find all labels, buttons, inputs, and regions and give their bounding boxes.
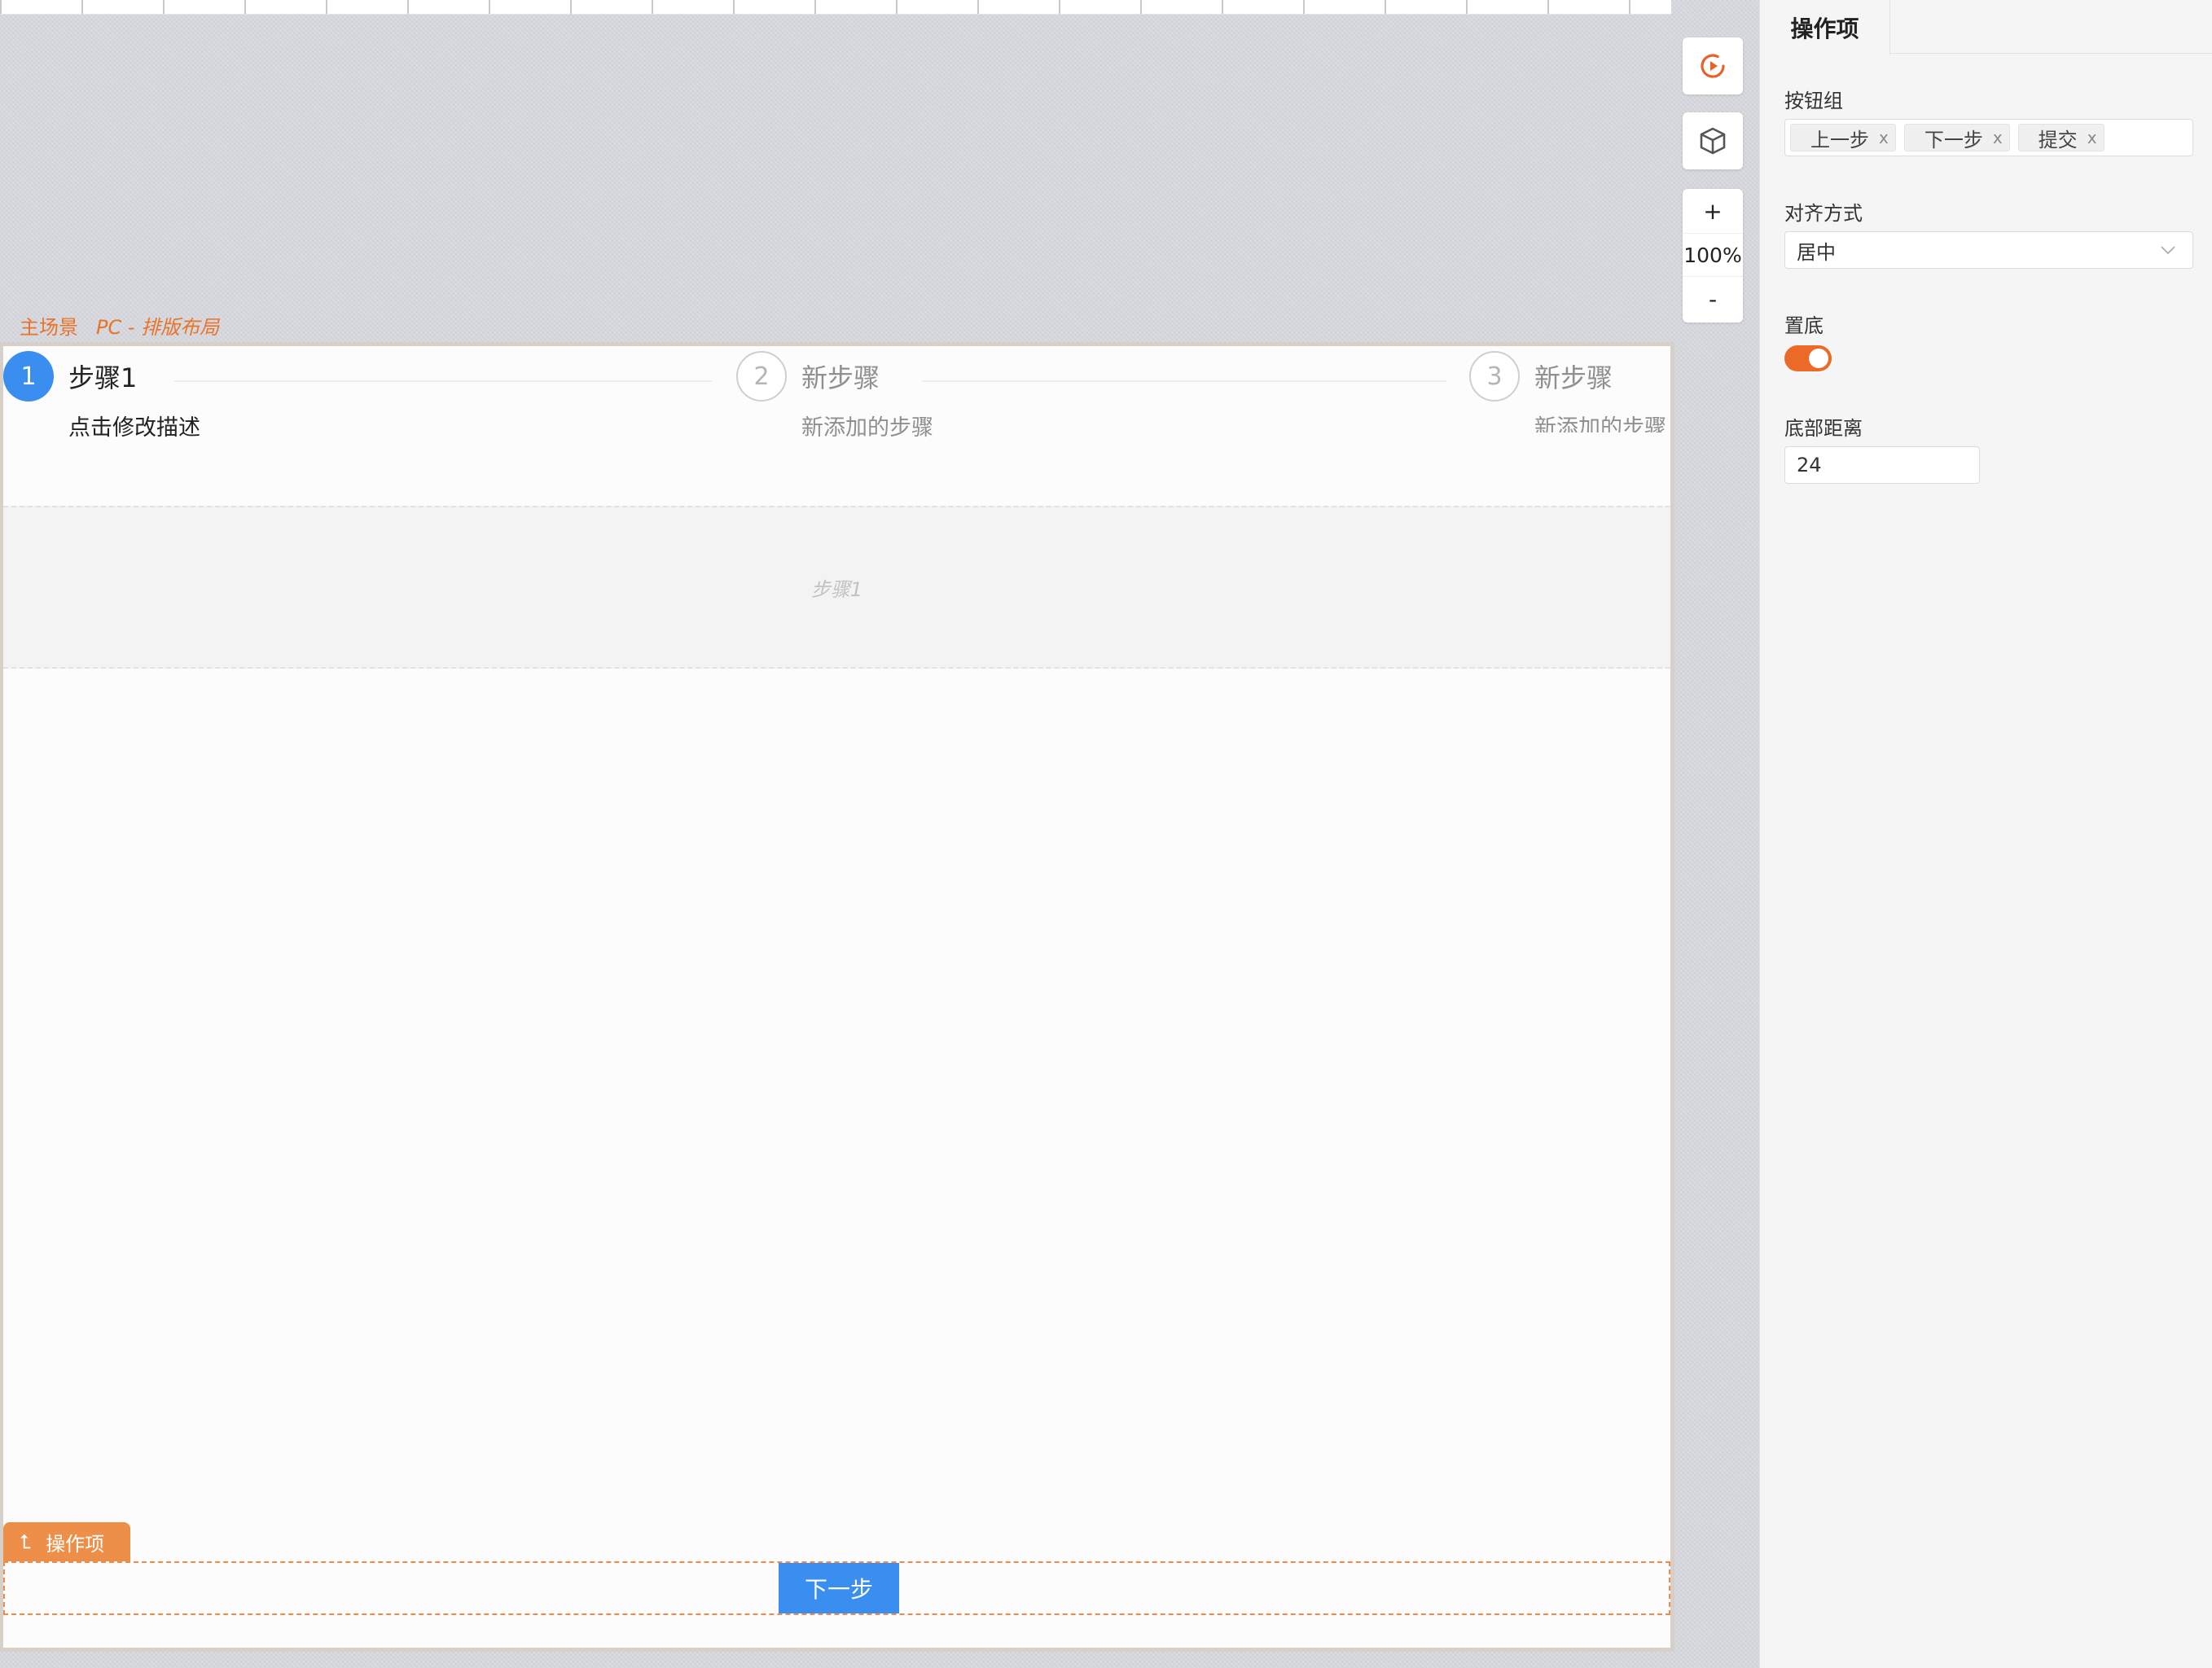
step-3[interactable]: 3 新步骤 新添加的步骤 <box>1469 351 1671 432</box>
corner-up-arrow-icon: ⮤ <box>20 1530 32 1553</box>
zoom-in-button[interactable]: + <box>1683 189 1743 233</box>
step-3-circle: 3 <box>1469 351 1520 402</box>
step-2-description[interactable]: 新添加的步骤 <box>801 410 933 441</box>
horizontal-ruler <box>0 0 1671 15</box>
close-icon[interactable]: x <box>1879 128 1889 147</box>
cube-icon <box>1700 127 1726 155</box>
zoom-out-button[interactable]: - <box>1683 277 1743 321</box>
align-select[interactable]: 居中 <box>1784 231 2193 269</box>
step-1-description[interactable]: 点击修改描述 <box>68 410 200 441</box>
pin-bottom-toggle[interactable] <box>1784 345 1832 371</box>
step-1-circle: 1 <box>3 351 54 402</box>
step-3-description[interactable]: 新添加的步骤 <box>1534 410 1666 432</box>
pin-bottom-label: 置底 <box>1784 314 1824 337</box>
align-label: 对齐方式 <box>1784 202 1863 225</box>
tag-label: 上一步 <box>1810 128 1869 151</box>
step-1-title[interactable]: 步骤1 <box>68 358 137 395</box>
zoom-level: 100% <box>1683 233 1743 277</box>
action-section-tag[interactable]: ⮤ 操作项 <box>3 1522 130 1561</box>
scene-breadcrumb: 主场景 PC - 排版布局 <box>20 311 219 340</box>
step-3-title[interactable]: 新步骤 <box>1534 358 1613 395</box>
step-2-circle: 2 <box>736 351 787 402</box>
action-bar[interactable]: 下一步 <box>3 1561 1670 1615</box>
page-frame: 1 步骤1 点击修改描述 2 新步骤 新添加的步骤 3 新步骤 新添加的步骤 步… <box>0 342 1674 1652</box>
step-connector <box>174 380 712 382</box>
component-button[interactable] <box>1683 112 1743 169</box>
bottom-distance-label: 底部距离 <box>1784 417 1863 440</box>
step-2-title[interactable]: 新步骤 <box>801 358 880 395</box>
tag-next-step: 下一步 x <box>1903 124 2010 151</box>
step-connector <box>922 380 1446 382</box>
canvas-area: 主场景 PC - 排版布局 1 步骤1 点击修改描述 2 新步骤 新添加的步骤 … <box>0 0 1759 1668</box>
tag-label: 下一步 <box>1924 128 1983 151</box>
layout-label[interactable]: PC - 排版布局 <box>96 311 219 340</box>
close-icon[interactable]: x <box>1993 128 2003 147</box>
button-group-label: 按钮组 <box>1784 90 1843 112</box>
play-circle-icon <box>1701 54 1725 78</box>
bottom-distance-input[interactable] <box>1784 446 1980 484</box>
tag-submit: 提交 x <box>2017 124 2104 151</box>
tab-action-items[interactable]: 操作项 <box>1760 0 1890 55</box>
step-content-label: 步骤1 <box>810 577 863 601</box>
next-step-button[interactable]: 下一步 <box>779 1563 899 1613</box>
main-scene-label[interactable]: 主场景 <box>20 311 78 340</box>
button-group-select[interactable]: 上一步 x 下一步 x 提交 x <box>1784 119 2193 156</box>
zoom-control: + 100% - <box>1683 189 1743 323</box>
chevron-down-icon <box>2161 246 2175 255</box>
align-value: 居中 <box>1797 240 1836 264</box>
tag-label: 提交 <box>2038 128 2078 151</box>
action-section-label: 操作项 <box>46 1532 105 1556</box>
close-icon[interactable]: x <box>2087 128 2097 147</box>
panel-tabbar: 操作项 <box>1760 0 2212 55</box>
properties-panel: 操作项 按钮组 上一步 x 下一步 x 提交 x 对齐方式 居中 置底 底部距离 <box>1759 0 2212 1668</box>
step-content-placeholder[interactable]: 步骤1 <box>3 506 1670 669</box>
tag-prev-step: 上一步 x <box>1790 124 1896 151</box>
preview-button[interactable] <box>1683 37 1743 94</box>
